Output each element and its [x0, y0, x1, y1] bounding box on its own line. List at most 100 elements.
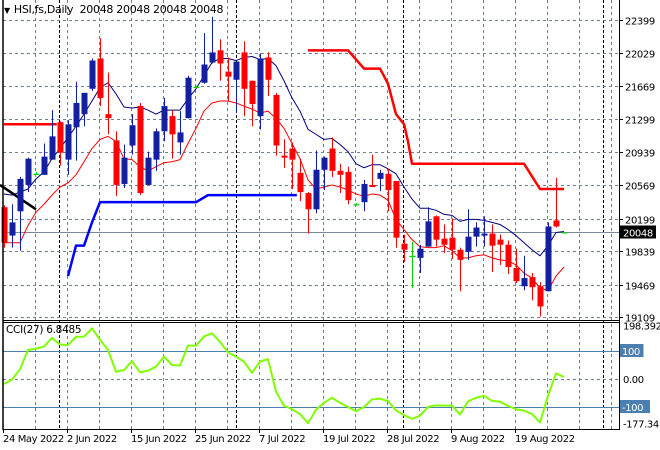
candle-body: [249, 80, 256, 105]
lower-band-line: [66, 193, 297, 277]
candle-body: [505, 244, 512, 267]
candle: [329, 137, 336, 177]
candle: [145, 151, 152, 185]
candle: [185, 75, 192, 119]
candle: [505, 240, 512, 275]
candle-body: [89, 60, 96, 89]
candle-body: [561, 232, 568, 234]
candle: [209, 16, 216, 64]
chart-canvas: 22399 22029 21669 21299 20939 20569 20199 19839…: [0, 0, 660, 445]
candle: [305, 192, 312, 234]
candle-body: [529, 277, 536, 288]
candle-body: [17, 178, 24, 212]
candle: [377, 169, 384, 192]
candle: [401, 234, 408, 262]
candle-body: [49, 136, 56, 160]
close-value: 20048: [189, 3, 224, 16]
candle-body: [521, 278, 528, 287]
candle: [457, 247, 464, 292]
candle-body: [385, 173, 392, 190]
candle-body: [73, 102, 80, 128]
price-tick-label: 20939: [625, 149, 655, 160]
candle-body: [537, 286, 544, 307]
candle-body: [169, 116, 176, 135]
cci-panel: [3, 327, 619, 425]
candle-body: [377, 172, 384, 179]
candle: [129, 114, 136, 155]
candle-body: [513, 267, 520, 282]
candle-body: [129, 125, 136, 146]
candle: [273, 92, 280, 156]
candle-body: [297, 172, 304, 193]
candle: [193, 85, 200, 89]
candle-body: [241, 52, 248, 89]
candle-body: [225, 71, 232, 77]
candle: [337, 163, 344, 194]
candle-body: [97, 58, 104, 98]
cci-label: CCI(27) 6.8485: [6, 324, 82, 336]
candle-body: [185, 77, 192, 119]
candle: [425, 207, 432, 247]
cci-level-label: 100: [622, 347, 640, 358]
candle-body: [457, 249, 464, 260]
candle-body: [401, 243, 408, 250]
candle: [153, 128, 160, 171]
candle: [233, 61, 240, 114]
candle-body: [337, 170, 344, 175]
candle: [81, 92, 88, 127]
candle-body: [153, 131, 160, 160]
candle-body: [177, 132, 184, 143]
candle: [281, 139, 288, 168]
candle: [409, 241, 416, 289]
candle: [545, 222, 552, 292]
price-tick-label: 20199: [625, 216, 655, 227]
price-tick-label: 19469: [625, 282, 655, 293]
candle: [105, 72, 112, 135]
candle-body: [193, 86, 200, 89]
candle-body: [25, 158, 32, 185]
candle-body: [441, 238, 448, 245]
candle: [73, 81, 80, 161]
date-label: 2 Jun 2022: [67, 434, 117, 445]
candle: [169, 110, 176, 159]
candle-body: [345, 171, 352, 201]
candle: [537, 282, 544, 317]
date-label: 25 Jun 2022: [195, 434, 251, 445]
candle-body: [281, 155, 288, 158]
candle-body: [473, 227, 480, 237]
cci-value: 6.8485: [46, 324, 82, 336]
candle-body: [545, 226, 552, 292]
candle-body: [273, 94, 280, 146]
candle-body: [137, 106, 144, 194]
cci-name: CCI(27): [6, 324, 44, 336]
candle: [369, 154, 376, 188]
date-label: 28 Jul 2022: [387, 434, 439, 445]
candle-body: [33, 173, 40, 176]
candle: [353, 203, 360, 206]
candle: [201, 33, 208, 84]
candle: [385, 168, 392, 212]
candle: [89, 58, 96, 91]
candle-body: [409, 255, 416, 257]
date-label: 19 Aug 2022: [515, 434, 575, 445]
price-tick-label: 21669: [625, 83, 655, 94]
candle: [561, 232, 568, 234]
candle-body: [289, 148, 296, 160]
candle-body: [105, 114, 112, 119]
cci-min-label: -177.341: [623, 420, 660, 431]
candle-body: [257, 58, 264, 117]
candle: [33, 171, 40, 176]
candle-body: [217, 50, 224, 64]
dropdown-triangle-icon[interactable]: ▼: [4, 6, 10, 15]
date-label: 7 Jul 2022: [259, 434, 305, 445]
candle-body: [433, 216, 440, 240]
candle-body: [161, 106, 168, 132]
date-label: 15 Jun 2022: [131, 434, 187, 445]
candle: [257, 53, 264, 130]
candle: [161, 97, 168, 142]
price-tick-label: 20569: [625, 182, 655, 193]
candle-body: [209, 52, 216, 63]
candle-body: [481, 233, 488, 236]
candle: [177, 111, 184, 155]
candle: [25, 157, 32, 193]
